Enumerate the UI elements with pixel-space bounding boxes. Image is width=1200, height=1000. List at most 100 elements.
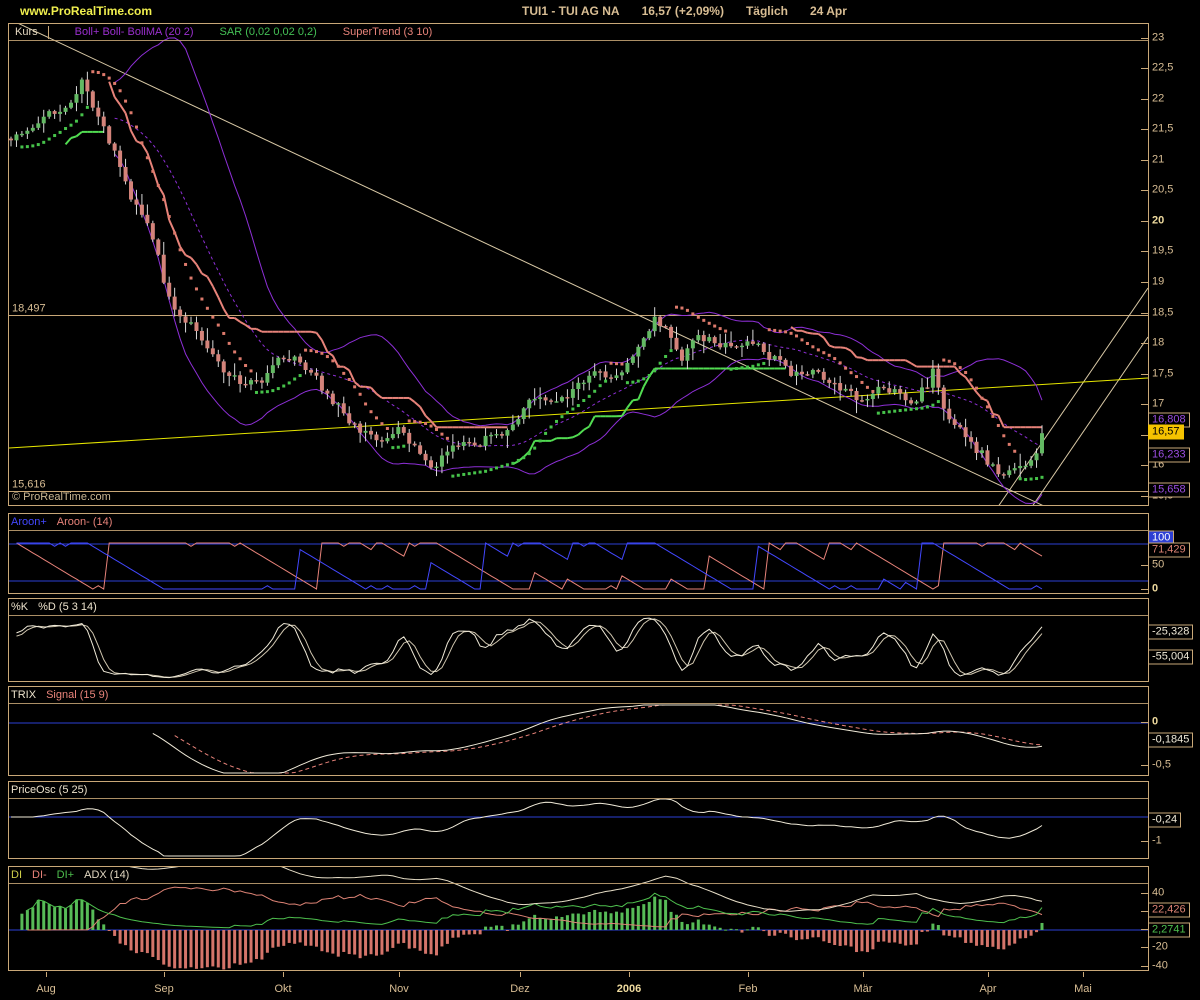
stoch-k-label[interactable]: %K — [11, 601, 28, 613]
price-axis-label: 20 — [1152, 216, 1164, 227]
aroon-panel[interactable]: Aroon+ Aroon- (14) — [8, 513, 1149, 594]
date-label: 24 Apr — [810, 4, 847, 18]
price-axis-label: -40 — [1152, 961, 1168, 972]
value-box-salmon: 71,429 — [1148, 543, 1190, 558]
supertrend-legend-label[interactable]: SuperTrend (3 10) — [343, 26, 432, 38]
di-plus-label[interactable]: DI+ — [57, 869, 74, 881]
stochastic-legend: %K %D (5 3 14) — [11, 600, 123, 614]
brand-link[interactable]: www.ProRealTime.com — [20, 4, 152, 18]
price-axis-label: 21,5 — [1152, 124, 1173, 135]
priceosc-canvas — [9, 782, 1148, 858]
prorealtime-window: www.ProRealTime.com TUI1 - TUI AG NA 16,… — [0, 0, 1200, 1000]
di-minus-label[interactable]: DI- — [32, 869, 47, 881]
legend-separator — [9, 40, 1148, 41]
month-label: Nov — [389, 983, 409, 995]
value-box-purple: 15,658 — [1148, 483, 1190, 498]
trix-label[interactable]: TRIX — [11, 689, 36, 701]
month-label: Mai — [1074, 983, 1092, 995]
time-axis-tick — [863, 972, 864, 977]
value-box-white: -25,328 — [1148, 625, 1193, 640]
priceosc-panel[interactable]: PriceOsc (5 25) — [8, 781, 1149, 859]
time-axis-tick — [988, 972, 989, 977]
aroon-canvas — [9, 514, 1148, 593]
bollinger-legend-label[interactable]: Boll+ Boll- BollMA (20 2) — [75, 26, 194, 38]
aroon-plus-label[interactable]: Aroon+ — [11, 516, 47, 528]
value-box-white: -0,1845 — [1148, 733, 1193, 748]
price-axis-label: 20,5 — [1152, 185, 1173, 196]
timeframe-label: Täglich — [746, 4, 788, 18]
price-axis-label: -0,5 — [1152, 760, 1171, 771]
svg-text:18,497: 18,497 — [12, 303, 46, 315]
trix-legend: TRIX Signal (15 9) — [11, 688, 134, 702]
value-box-green: 2,2741 — [1148, 923, 1190, 938]
legend-separator — [9, 530, 1148, 531]
price-axis-label: 0 — [1152, 717, 1158, 728]
price-axis-label: 18,5 — [1152, 308, 1173, 319]
title-group: TUI1 - TUI AG NA 16,57 (+2,09%) Täglich … — [522, 4, 847, 18]
month-label: Okt — [274, 983, 291, 995]
trix-canvas — [9, 687, 1148, 775]
month-label: Dez — [510, 983, 530, 995]
time-axis-tick — [1083, 972, 1084, 977]
dmi-adx-panel[interactable]: DI DI- DI+ ADX (14) — [8, 866, 1149, 971]
trix-signal-label[interactable]: Signal (15 9) — [46, 689, 108, 701]
price-axis-label: 20 — [1152, 906, 1164, 917]
price-axis-label: 19,5 — [1152, 246, 1173, 257]
stochastic-canvas — [9, 599, 1148, 681]
aroon-minus-label[interactable]: Aroon- (14) — [57, 516, 113, 528]
value-box-salmon: 22,426 — [1148, 903, 1190, 918]
time-axis-tick — [164, 972, 165, 977]
di-label[interactable]: DI — [11, 869, 22, 881]
dmi-legend: DI DI- DI+ ADX (14) — [11, 868, 155, 882]
adx-label[interactable]: ADX (14) — [84, 869, 129, 881]
time-axis-tick — [520, 972, 521, 977]
price-axis-label: 16,5 — [1152, 430, 1173, 441]
value-box-yellow: 16,57 — [1148, 425, 1184, 440]
price-axis-label: 40 — [1152, 888, 1164, 899]
symbol-title: TUI1 - TUI AG NA — [522, 4, 620, 18]
legend-separator — [9, 883, 1148, 884]
price-axis-label: 16 — [1152, 460, 1164, 471]
time-axis-tick — [748, 972, 749, 977]
month-label: Feb — [739, 983, 758, 995]
price-axis-label: 22 — [1152, 94, 1164, 105]
trix-panel[interactable]: TRIX Signal (15 9) — [8, 686, 1149, 776]
stochastic-panel[interactable]: %K %D (5 3 14) — [8, 598, 1149, 682]
value-box-purple: 16,808 — [1148, 413, 1190, 428]
svg-text:15,616: 15,616 — [12, 478, 46, 490]
price-axis-label: 23 — [1152, 33, 1164, 44]
legend-separator — [9, 615, 1148, 616]
price-axis-label: 22,5 — [1152, 63, 1173, 74]
value-box-white: -0,24 — [1148, 813, 1181, 828]
price-axis-label: 50 — [1152, 560, 1164, 571]
value-box-white: -55,004 — [1148, 650, 1193, 665]
time-axis-tick — [629, 972, 630, 977]
last-quote: 16,57 (+2,09%) — [642, 4, 724, 18]
time-axis: AugSepOktNovDez2006FebMärAprMai — [8, 971, 1149, 999]
price-chart-canvas: 18,497 15,616 — [9, 24, 1148, 505]
price-axis-label: 21 — [1152, 155, 1164, 166]
value-box-blue: 100 — [1148, 531, 1174, 546]
month-label: Aug — [36, 983, 56, 995]
legend-separator — [9, 703, 1148, 704]
legend-separator — [9, 798, 1148, 799]
month-label: Sep — [154, 983, 174, 995]
sar-legend-label[interactable]: SAR (0,02 0,02 0,2) — [220, 26, 317, 38]
priceosc-legend: PriceOsc (5 25) — [11, 783, 113, 797]
price-axis-label: -20 — [1152, 942, 1168, 953]
aroon-legend: Aroon+ Aroon- (14) — [11, 515, 138, 529]
price-axis-label: 17 — [1152, 399, 1164, 410]
time-axis-tick — [399, 972, 400, 977]
price-axis-label: 19 — [1152, 277, 1164, 288]
stoch-d-label[interactable]: %D (5 3 14) — [38, 601, 97, 613]
time-axis-tick — [46, 972, 47, 977]
price-axis-label: 15,5 — [1152, 491, 1173, 502]
watermark: © ProRealTime.com — [12, 491, 111, 503]
price-chart-panel[interactable]: 18,497 15,616 Kurs Boll+ Boll- BollMA (20… — [8, 23, 1149, 506]
month-label: 2006 — [617, 983, 641, 995]
value-box-purple: 16,233 — [1148, 448, 1190, 463]
kurs-tab[interactable]: Kurs — [11, 26, 49, 39]
price-axis-label: 18 — [1152, 338, 1164, 349]
priceosc-label[interactable]: PriceOsc (5 25) — [11, 784, 87, 796]
time-axis-tick — [283, 972, 284, 977]
